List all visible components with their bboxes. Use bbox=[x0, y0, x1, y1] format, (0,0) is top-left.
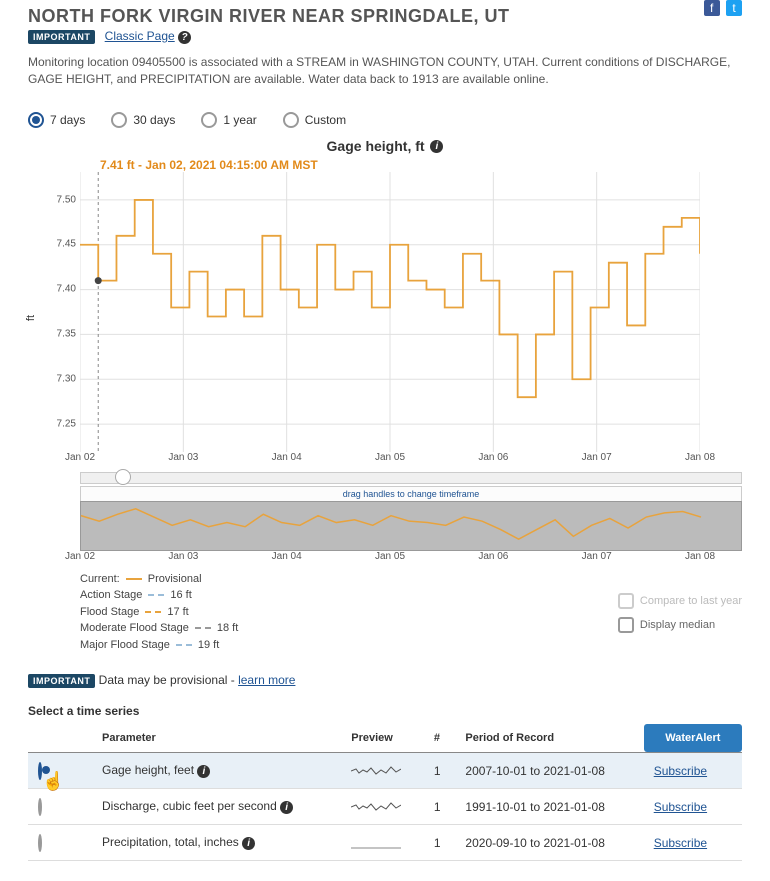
facebook-icon[interactable]: f bbox=[704, 0, 720, 16]
provisional-text: Data may be provisional - bbox=[99, 673, 238, 687]
radio-30days[interactable]: 30 days bbox=[111, 112, 175, 128]
chart-options: Compare to last year Display median bbox=[618, 593, 742, 641]
subscribe-link[interactable]: Subscribe bbox=[654, 764, 707, 778]
radio-cell[interactable] bbox=[28, 789, 92, 825]
important-badge: IMPORTANT bbox=[28, 674, 95, 688]
chart-tooltip: 7.41 ft - Jan 02, 2021 04:15:00 AM MST bbox=[100, 158, 742, 172]
description-text: Monitoring location 09405500 is associat… bbox=[28, 54, 742, 88]
range-radio-group: 7 days 30 days 1 year Custom bbox=[28, 112, 742, 128]
radio-label: 7 days bbox=[50, 113, 85, 127]
radio-icon[interactable] bbox=[38, 798, 42, 816]
info-icon[interactable]: ? bbox=[178, 31, 191, 44]
param-cell: Discharge, cubic feet per second i bbox=[92, 789, 341, 825]
param-cell: Gage height, feet i bbox=[92, 753, 341, 789]
table-row[interactable]: Precipitation, total, inches i 12020-09-1… bbox=[28, 825, 742, 861]
drag-note: drag handles to change timeframe bbox=[80, 486, 742, 501]
col-preview: Preview bbox=[341, 724, 424, 753]
overview-chart[interactable] bbox=[80, 501, 742, 551]
table-row[interactable]: ☝Gage height, feet i 12007-10-01 to 2021-… bbox=[28, 753, 742, 789]
period-cell: 1991-10-01 to 2021-01-08 bbox=[455, 789, 643, 825]
twitter-icon[interactable]: t bbox=[726, 0, 742, 16]
main-chart[interactable]: ft 7.257.307.357.407.457.50 Jan 02Jan 03… bbox=[28, 172, 742, 464]
chart-title: Gage height, ft i bbox=[28, 138, 742, 154]
preview-cell bbox=[341, 789, 424, 825]
count-cell: 1 bbox=[424, 789, 456, 825]
alert-cell: Subscribe bbox=[644, 753, 742, 789]
radio-label: Custom bbox=[305, 113, 346, 127]
radio-1year[interactable]: 1 year bbox=[201, 112, 256, 128]
info-icon[interactable]: i bbox=[280, 801, 293, 814]
col-wateralert: WaterAlert bbox=[644, 724, 742, 752]
sparkline-icon bbox=[351, 764, 401, 778]
slider-track[interactable] bbox=[80, 472, 742, 484]
info-icon[interactable]: i bbox=[197, 765, 210, 778]
page-title: NORTH FORK VIRGIN RIVER NEAR SPRINGDALE,… bbox=[28, 6, 510, 27]
radio-icon[interactable] bbox=[38, 834, 42, 852]
count-cell: 1 bbox=[424, 825, 456, 861]
radio-label: 1 year bbox=[223, 113, 256, 127]
alert-cell: Subscribe bbox=[644, 825, 742, 861]
important-badge: IMPORTANT bbox=[28, 30, 95, 44]
learn-more-link[interactable]: learn more bbox=[238, 673, 295, 687]
subscribe-link[interactable]: Subscribe bbox=[654, 836, 707, 850]
sparkline-icon bbox=[351, 836, 401, 850]
checkbox-label: Compare to last year bbox=[640, 595, 742, 607]
period-cell: 2007-10-01 to 2021-01-08 bbox=[455, 753, 643, 789]
table-heading: Select a time series bbox=[28, 704, 742, 718]
period-cell: 2020-09-10 to 2021-01-08 bbox=[455, 825, 643, 861]
preview-cell bbox=[341, 753, 424, 789]
social-icons: f t bbox=[701, 0, 742, 16]
param-cell: Precipitation, total, inches i bbox=[92, 825, 341, 861]
info-icon[interactable]: i bbox=[430, 140, 443, 153]
count-cell: 1 bbox=[424, 753, 456, 789]
radio-cell[interactable] bbox=[28, 825, 92, 861]
median-checkbox[interactable]: Display median bbox=[618, 617, 742, 633]
radio-cell[interactable]: ☝ bbox=[28, 753, 92, 789]
table-row[interactable]: Discharge, cubic feet per second i 11991-… bbox=[28, 789, 742, 825]
classic-page-link[interactable]: Classic Page bbox=[105, 29, 175, 43]
sparkline-icon bbox=[351, 800, 401, 814]
subscribe-link[interactable]: Subscribe bbox=[654, 800, 707, 814]
slider-handle[interactable] bbox=[115, 469, 131, 485]
timeseries-table: Parameter Preview # Period of Record Wat… bbox=[28, 724, 742, 861]
col-period: Period of Record bbox=[455, 724, 643, 753]
col-count: # bbox=[424, 724, 456, 753]
checkbox-label: Display median bbox=[640, 619, 715, 631]
col-parameter: Parameter bbox=[92, 724, 341, 753]
compare-checkbox[interactable]: Compare to last year bbox=[618, 593, 742, 609]
radio-label: 30 days bbox=[133, 113, 175, 127]
radio-custom[interactable]: Custom bbox=[283, 112, 346, 128]
preview-cell bbox=[341, 825, 424, 861]
alert-cell: Subscribe bbox=[644, 789, 742, 825]
info-icon[interactable]: i bbox=[242, 837, 255, 850]
radio-7days[interactable]: 7 days bbox=[28, 112, 85, 128]
